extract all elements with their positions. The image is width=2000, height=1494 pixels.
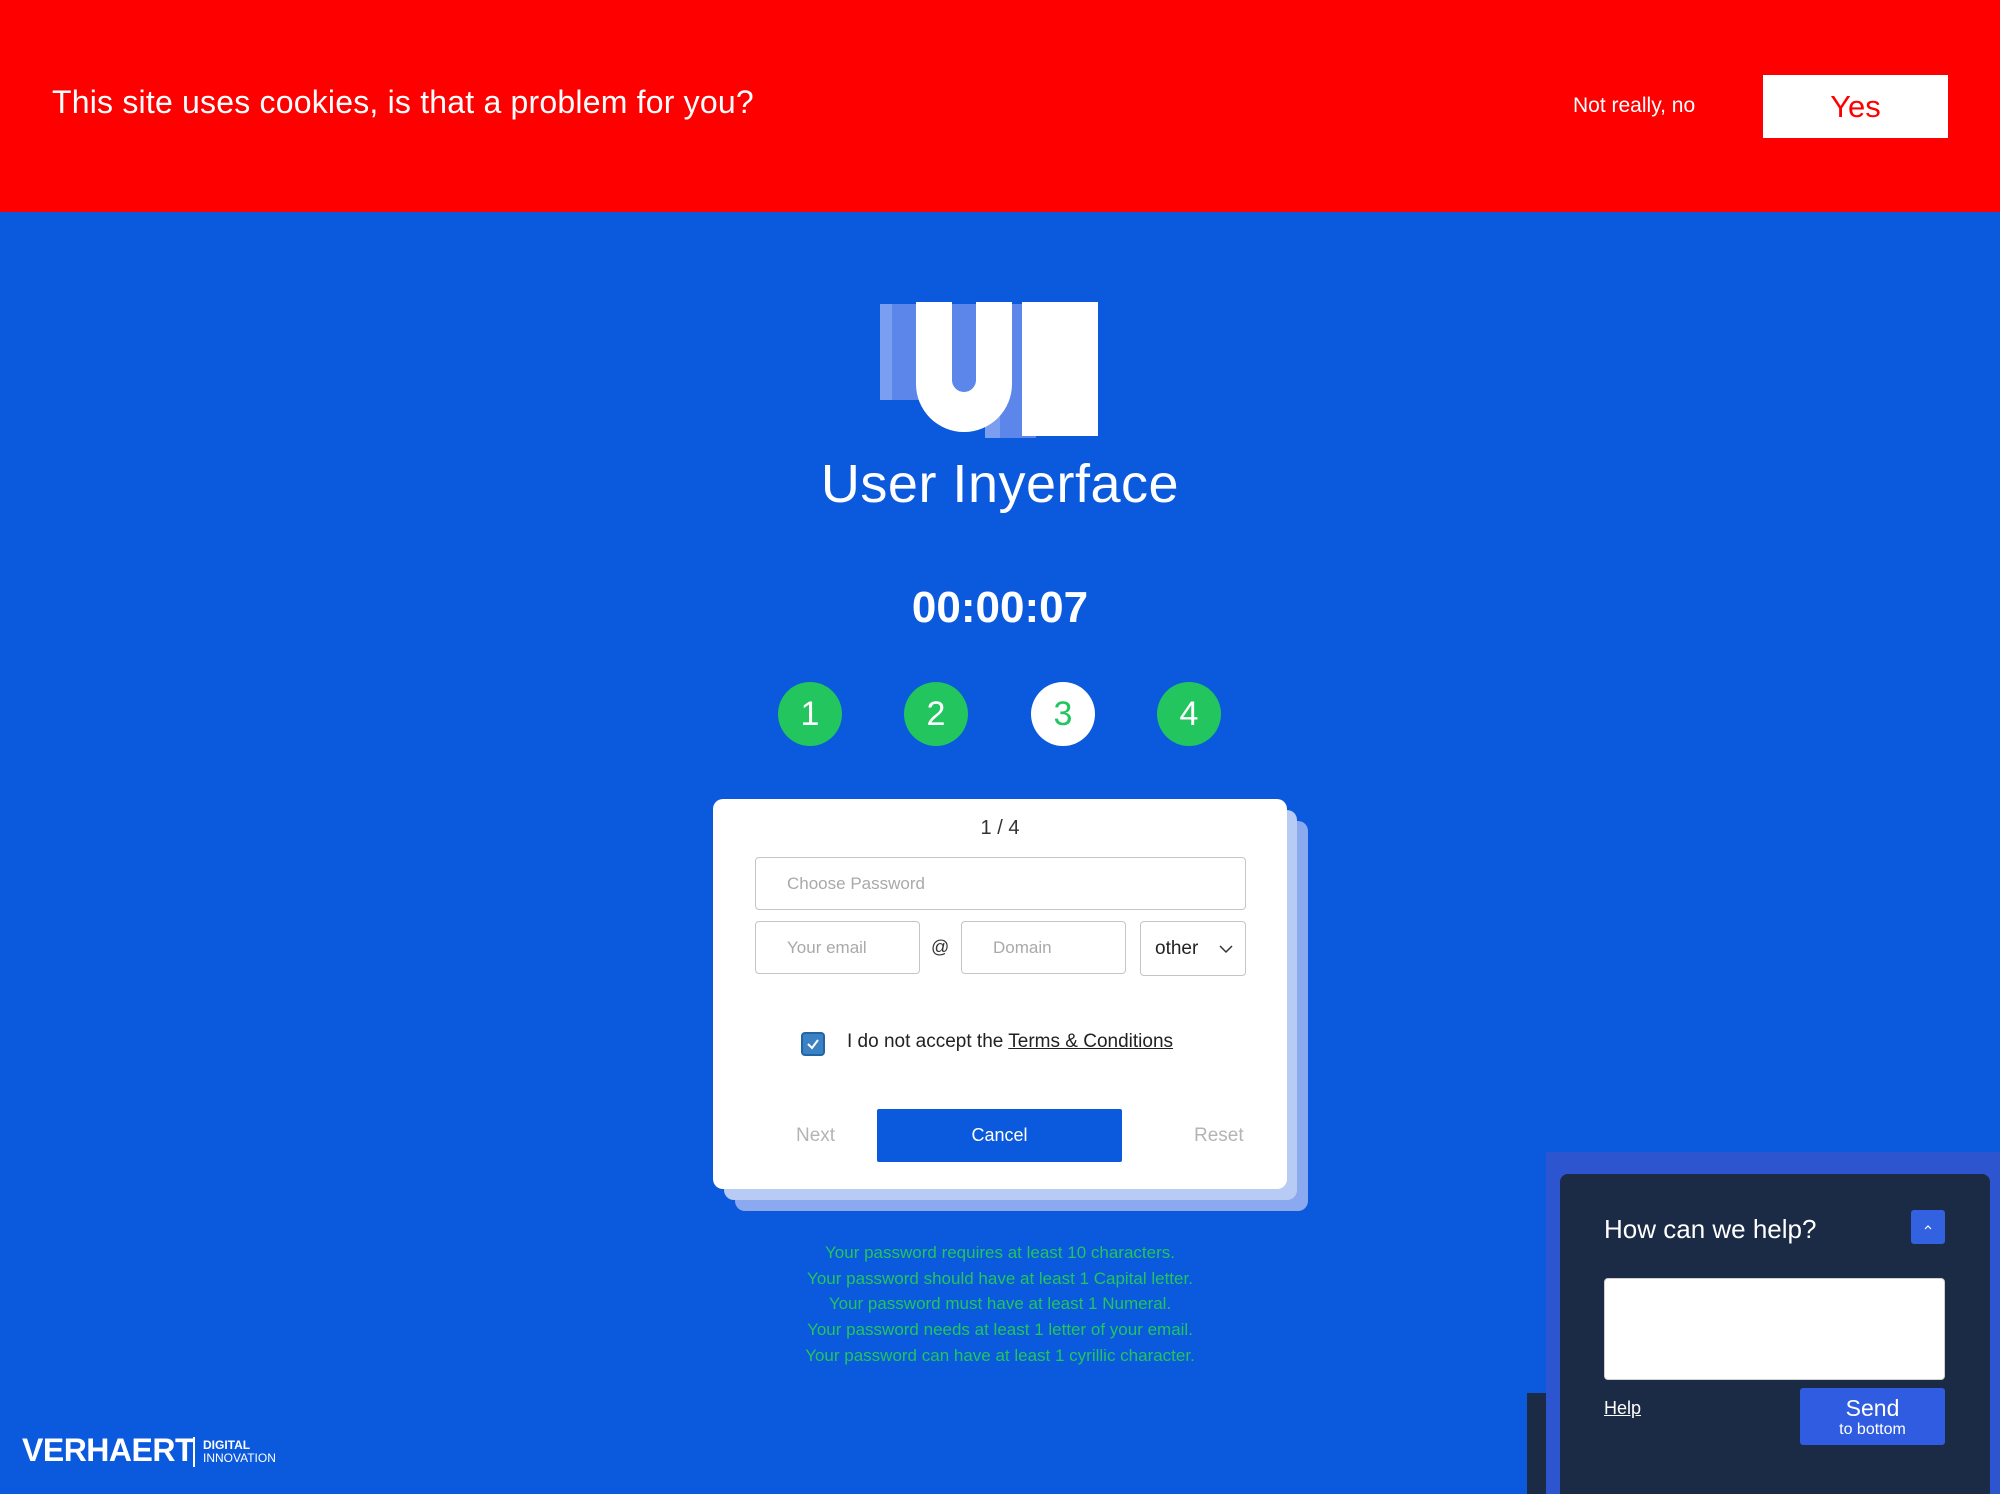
next-link[interactable]: Next bbox=[796, 1125, 835, 1147]
cookie-banner: This site uses cookies, is that a proble… bbox=[0, 0, 2000, 212]
page-counter: 1 / 4 bbox=[980, 817, 1020, 839]
brand-name: User Inyerface bbox=[820, 454, 1180, 514]
help-widget: How can we help? Help Send to bottom bbox=[1560, 1174, 1990, 1494]
help-link[interactable]: Help bbox=[1604, 1398, 1641, 1419]
reset-link[interactable]: Reset bbox=[1194, 1125, 1244, 1147]
step-3: 3 bbox=[1031, 682, 1095, 746]
help-collapse-button[interactable] bbox=[1911, 1210, 1945, 1244]
tld-select[interactable]: other bbox=[1140, 921, 1246, 976]
step-2: 2 bbox=[904, 682, 968, 746]
footer-brand-sub2: INNOVATION bbox=[203, 1451, 276, 1465]
cookie-message: This site uses cookies, is that a proble… bbox=[52, 84, 754, 120]
terms-link[interactable]: Terms & Conditions bbox=[1008, 1031, 1173, 1052]
terms-prefix: I do not accept the bbox=[847, 1031, 1009, 1052]
password-input[interactable] bbox=[755, 857, 1246, 910]
at-symbol: @ bbox=[931, 937, 950, 957]
send-label: Send bbox=[1845, 1394, 1900, 1421]
step-1: 1 bbox=[778, 682, 842, 746]
terms-checkbox[interactable] bbox=[801, 1032, 825, 1056]
cookie-decline-link[interactable]: Not really, no bbox=[1573, 94, 1695, 118]
timer: 00:00:07 bbox=[911, 583, 1089, 632]
footer-brand-sub1: DIGITAL bbox=[203, 1438, 251, 1452]
footer-brand-subtitle: DIGITAL INNOVATION bbox=[203, 1439, 276, 1465]
step-4: 4 bbox=[1157, 682, 1221, 746]
cancel-button[interactable]: Cancel bbox=[877, 1109, 1122, 1162]
cookie-accept-button[interactable]: Yes bbox=[1763, 75, 1948, 138]
tld-selected-value: other bbox=[1155, 937, 1199, 959]
help-message-input[interactable] bbox=[1604, 1278, 1945, 1380]
chevron-up-icon bbox=[1924, 1225, 1932, 1230]
chevron-down-icon bbox=[1219, 945, 1233, 954]
email-input[interactable] bbox=[755, 921, 920, 974]
footer-brand-divider bbox=[193, 1437, 195, 1467]
send-sublabel: to bottom bbox=[1839, 1420, 1906, 1438]
terms-label: I do not accept the Terms & Conditions bbox=[847, 1031, 1173, 1053]
domain-input[interactable] bbox=[961, 921, 1126, 974]
footer-brand-logo: VERHAERT bbox=[22, 1432, 195, 1468]
send-button[interactable]: Send to bottom bbox=[1800, 1388, 1945, 1445]
ui-logo bbox=[880, 302, 1098, 438]
help-title: How can we help? bbox=[1604, 1214, 1817, 1244]
registration-card: 1 / 4 @ other I do not accept the Terms … bbox=[713, 799, 1287, 1189]
check-icon bbox=[807, 1039, 819, 1050]
